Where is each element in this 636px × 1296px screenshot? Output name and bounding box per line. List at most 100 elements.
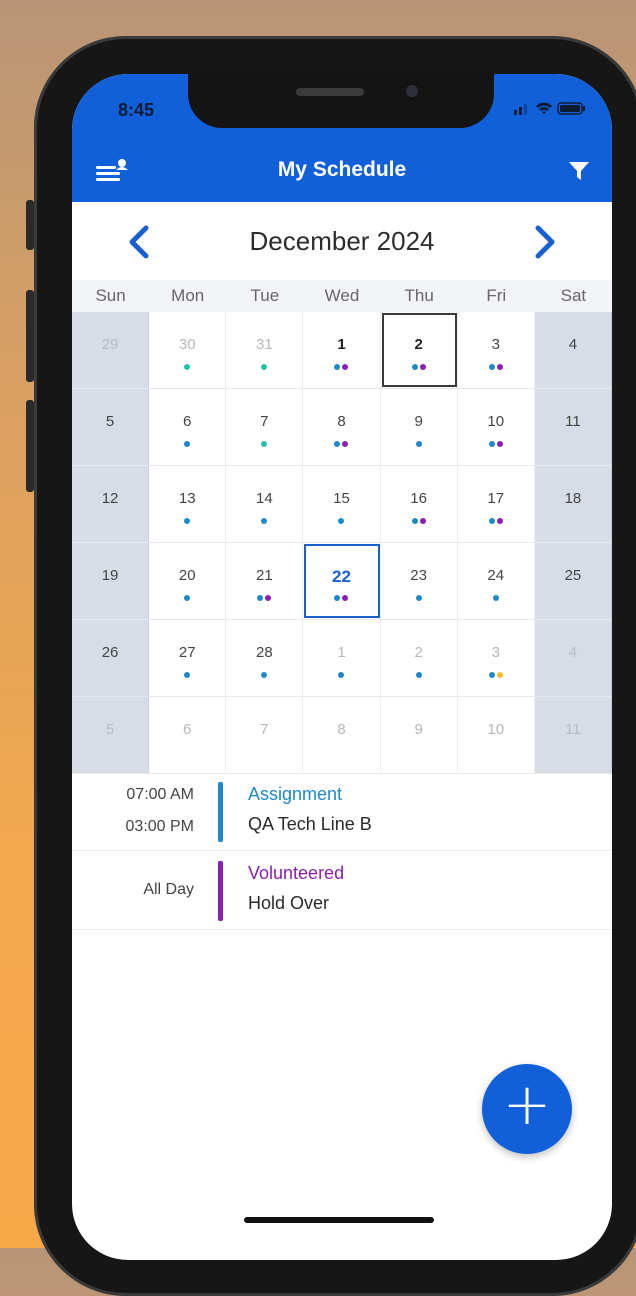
calendar-day[interactable]: 19 [72, 543, 150, 619]
speaker-grille [296, 88, 364, 96]
calendar-day[interactable]: 3 [458, 620, 535, 696]
event-dots [149, 364, 225, 372]
day-number: 5 [105, 721, 115, 738]
filter-icon[interactable] [568, 160, 590, 182]
day-number: 11 [565, 721, 581, 738]
day-number: 9 [414, 413, 423, 430]
calendar-day[interactable]: 24 [458, 543, 535, 619]
calendar-day[interactable]: 10 [458, 697, 535, 773]
calendar-day[interactable]: 6 [149, 389, 227, 465]
event-dot [334, 441, 341, 447]
app-screen: 8:45 My Schedule December 2024 Sun Mon T… [72, 74, 612, 1260]
event-dots [458, 672, 534, 680]
event-dots [381, 441, 457, 449]
day-number: 2 [414, 336, 423, 353]
calendar-day-today[interactable]: 22 [303, 543, 381, 619]
weekday-label: Fri [486, 286, 507, 305]
calendar-day[interactable]: 4 [534, 312, 612, 388]
chevron-right-icon[interactable] [530, 224, 560, 260]
day-number: 25 [564, 567, 582, 584]
event-dots [458, 518, 534, 526]
calendar-day[interactable]: 28 [226, 620, 304, 696]
day-number: 23 [410, 567, 427, 584]
weekday-header: Sun Mon Tue Wed Thu Fri Sat [72, 280, 612, 312]
calendar-day[interactable]: 29 [72, 312, 150, 388]
event-dot [265, 595, 272, 601]
calendar-day[interactable]: 27 [149, 620, 227, 696]
calendar-day-selected[interactable]: 2 [381, 312, 458, 388]
calendar-day[interactable]: 9 [381, 697, 458, 773]
event-dots [458, 441, 534, 449]
calendar-day[interactable]: 21 [226, 543, 304, 619]
volume-down-button [26, 400, 34, 492]
calendar-day[interactable]: 9 [381, 389, 458, 465]
add-button[interactable]: + [482, 1064, 572, 1154]
volume-up-button [26, 290, 34, 382]
calendar-day[interactable]: 7 [226, 697, 304, 773]
calendar-day[interactable]: 30 [149, 312, 227, 388]
calendar-day[interactable]: 5 [72, 697, 150, 773]
day-number: 16 [410, 490, 427, 507]
calendar-day[interactable]: 1 [303, 620, 381, 696]
calendar-day[interactable]: 7 [226, 389, 304, 465]
calendar-day[interactable]: 1 [303, 312, 381, 388]
weekday-label: Mon [171, 286, 205, 305]
calendar-week-row: 29 30 31 1 2 3 4 [72, 312, 612, 389]
event-item[interactable]: 07:00 AM 03:00 PM Assignment QA Tech Lin… [72, 772, 612, 851]
event-dot [342, 441, 349, 447]
calendar-day[interactable]: 17 [458, 466, 535, 542]
calendar-day[interactable]: 5 [72, 389, 150, 465]
calendar-grid: 29 30 31 1 2 3 4 5 6 7 8 9 10 11 12 13 14 15 16 17 18 19 20 21 2… [72, 312, 612, 774]
event-dot [488, 364, 495, 370]
calendar-day[interactable]: 16 [381, 466, 458, 542]
day-number: 7 [260, 721, 269, 738]
event-dots [226, 518, 302, 526]
event-category: Assignment [248, 784, 343, 804]
day-number: 21 [256, 567, 273, 584]
day-number: 31 [256, 336, 273, 353]
weekday-label: Tue [250, 286, 280, 305]
calendar-day[interactable]: 13 [149, 466, 227, 542]
event-list: 07:00 AM 03:00 PM Assignment QA Tech Lin… [72, 772, 612, 930]
calendar-day[interactable]: 20 [149, 543, 227, 619]
day-number: 5 [105, 413, 115, 430]
event-dot [488, 441, 495, 447]
calendar-day[interactable]: 25 [534, 543, 612, 619]
calendar-day[interactable]: 3 [458, 312, 535, 388]
calendar-day[interactable]: 31 [226, 312, 304, 388]
calendar-day[interactable]: 8 [303, 389, 381, 465]
calendar-day[interactable]: 26 [72, 620, 150, 696]
day-number: 26 [101, 644, 119, 661]
day-number: 30 [178, 336, 196, 353]
calendar-day[interactable]: 18 [534, 466, 612, 542]
event-dots [226, 441, 302, 449]
event-dot [411, 518, 418, 524]
day-number: 9 [414, 721, 423, 738]
event-item[interactable]: All Day Volunteered Hold Over [72, 851, 612, 930]
event-dot [419, 518, 426, 524]
calendar-day[interactable]: 14 [226, 466, 304, 542]
calendar-day[interactable]: 15 [303, 466, 381, 542]
calendar-week-row: 5 6 7 8 9 10 11 [72, 697, 612, 774]
event-dot [334, 595, 341, 601]
calendar-day[interactable]: 2 [381, 620, 458, 696]
calendar-day[interactable]: 23 [381, 543, 458, 619]
event-dot [496, 441, 503, 447]
day-number: 6 [183, 413, 192, 430]
calendar-day[interactable]: 11 [534, 697, 612, 773]
calendar-day[interactable]: 12 [72, 466, 150, 542]
calendar-day[interactable]: 4 [534, 620, 612, 696]
calendar-week-row: 5 6 7 8 9 10 11 [72, 389, 612, 466]
calendar-day[interactable]: 8 [303, 697, 381, 773]
event-dot [488, 518, 495, 524]
calendar-day[interactable]: 11 [534, 389, 612, 465]
calendar-day[interactable]: 6 [149, 697, 227, 773]
day-number: 12 [101, 490, 119, 507]
day-number: 3 [491, 644, 500, 661]
event-dot [342, 595, 349, 601]
event-color-bar [218, 861, 223, 921]
event-dot [415, 672, 422, 678]
calendar-day[interactable]: 10 [458, 389, 535, 465]
home-indicator [244, 1217, 434, 1223]
event-dots [303, 441, 379, 449]
